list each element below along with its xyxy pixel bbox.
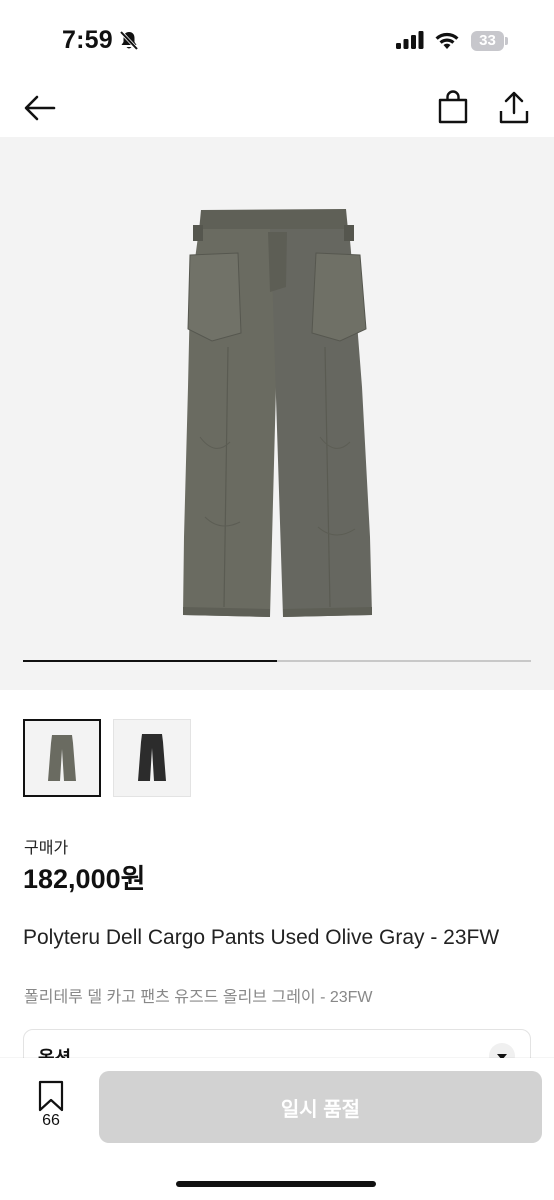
wifi-icon bbox=[435, 32, 459, 49]
cellular-signal-icon bbox=[396, 31, 424, 49]
price-label: 구매가 bbox=[24, 840, 69, 857]
status-bar: 7:59 33 bbox=[0, 0, 554, 80]
product-title-korean: 폴리테루 델 카고 팬츠 유즈드 올리브 그레이 - 23FW bbox=[24, 989, 373, 1006]
bookmark-count: 66 bbox=[42, 1112, 60, 1129]
gallery-progress-fill bbox=[23, 660, 277, 662]
bookmark-icon[interactable] bbox=[37, 1080, 65, 1112]
share-icon[interactable] bbox=[497, 89, 531, 125]
sold-out-button[interactable]: 일시 품절 bbox=[99, 1071, 542, 1143]
product-title-english: Polyteru Dell Cargo Pants Used Olive Gra… bbox=[23, 926, 500, 949]
product-image-pants bbox=[183, 209, 372, 617]
home-indicator bbox=[176, 1181, 376, 1187]
thumbnail-image-olive-gray bbox=[48, 735, 76, 781]
product-image-gallery[interactable] bbox=[0, 137, 554, 690]
status-time: 7:59 bbox=[62, 26, 113, 54]
battery-icon: 33 bbox=[471, 31, 504, 51]
thumbnail-black[interactable] bbox=[113, 719, 191, 797]
price-value: 182,000원 bbox=[23, 864, 146, 894]
battery-level: 33 bbox=[479, 32, 496, 49]
shopping-bag-icon[interactable] bbox=[437, 90, 469, 124]
gallery-progress-bar bbox=[23, 660, 531, 662]
battery-nub bbox=[505, 37, 508, 45]
thumbnail-image-black bbox=[138, 734, 166, 781]
bell-slash-icon bbox=[119, 30, 139, 51]
thumbnail-olive-gray[interactable] bbox=[23, 719, 101, 797]
back-arrow-icon[interactable] bbox=[22, 90, 58, 126]
